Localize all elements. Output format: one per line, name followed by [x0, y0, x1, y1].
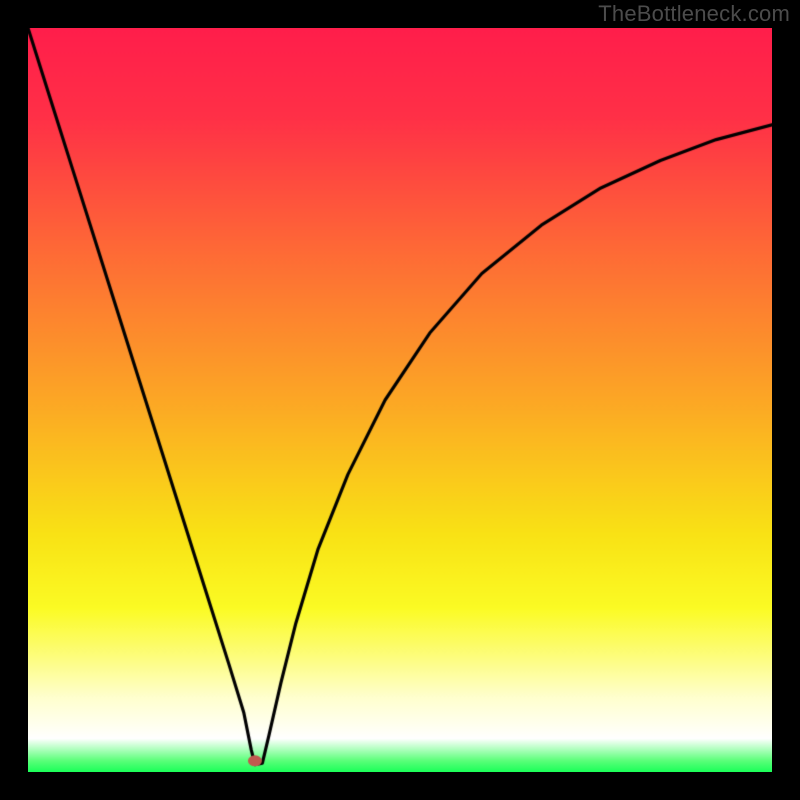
- curve-layer: [28, 28, 772, 772]
- watermark-text: TheBottleneck.com: [598, 1, 790, 27]
- plot-area: [28, 28, 772, 772]
- chart-frame: TheBottleneck.com: [0, 0, 800, 800]
